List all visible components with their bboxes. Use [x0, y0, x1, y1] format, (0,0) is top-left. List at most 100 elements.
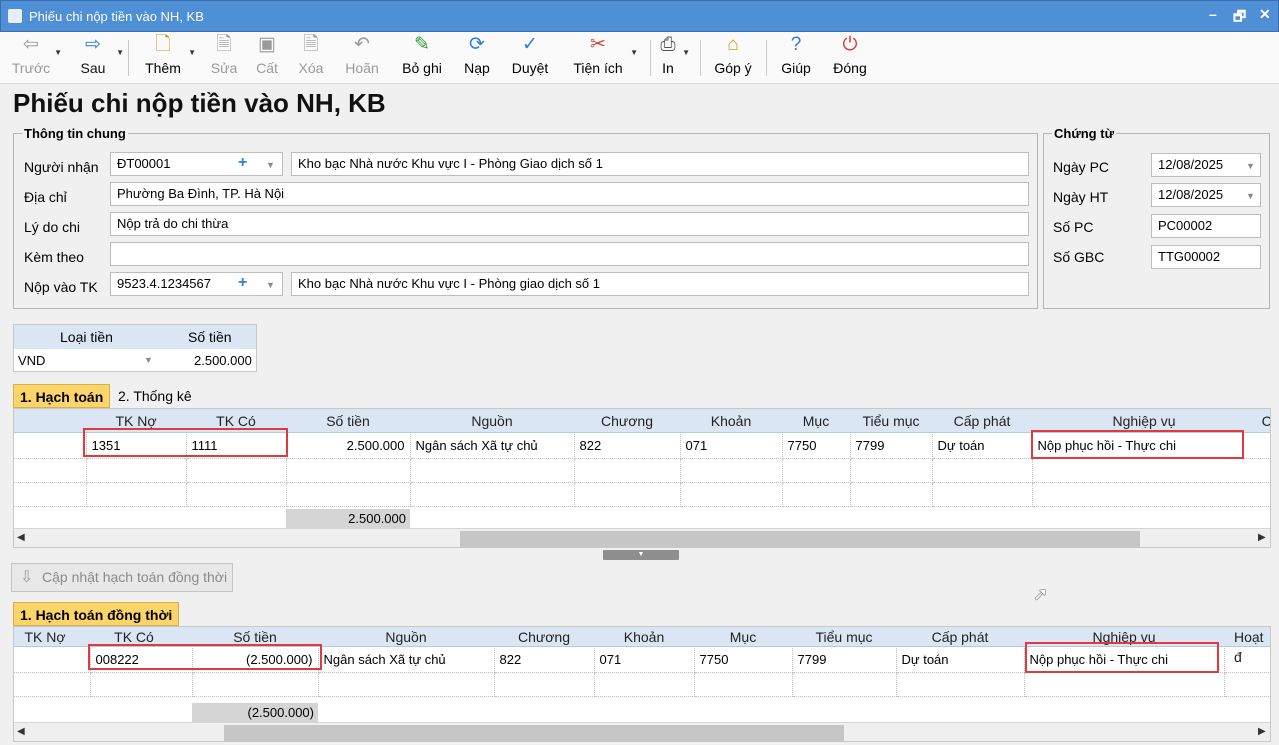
toolbar: ⇦ Trước ▼ ⇨ Sau ▼ 🗋 Thêm ▼ 🗎 Sửa ▣ Cất 🗎 Xóa ↶ Hoã…: [0, 32, 1279, 84]
recipient-dropdown-icon[interactable]: ▼: [266, 160, 275, 170]
update-concurrent-label: Cập nhật hạch toán đồng thời: [42, 569, 228, 585]
add-button[interactable]: 🗋 Thêm ▼: [140, 32, 196, 84]
scroll-right-icon[interactable]: ▶: [1258, 726, 1266, 737]
address-input[interactable]: Phường Ba Đình, TP. Hà Nội: [110, 182, 1029, 206]
attach-label: Kèm theo: [24, 249, 84, 265]
cell-item[interactable]: 7750: [694, 648, 793, 673]
dropdown-icon[interactable]: ▼: [682, 48, 690, 57]
cell-chapter[interactable]: 822: [574, 434, 681, 459]
app-icon: [8, 9, 22, 23]
cell-item[interactable]: 7750: [782, 434, 851, 459]
update-concurrent-button[interactable]: ⇩ Cập nhật hạch toán đồng thời: [11, 563, 233, 592]
col-header[interactable]: Chương: [574, 409, 680, 433]
col-header[interactable]: Tiểu mục: [850, 409, 932, 433]
account-name-input[interactable]: Kho bạc Nhà nước Khu vực I - Phòng giao …: [291, 272, 1029, 296]
toolbar-separator: [700, 40, 701, 76]
cell-allocation[interactable]: Dự toán: [932, 434, 1033, 459]
cell-source[interactable]: Ngân sách Xã tự chủ: [410, 434, 575, 459]
concurrent-hscroll[interactable]: ◀ ▶: [14, 722, 1270, 741]
save-button[interactable]: ▣ Cất: [252, 32, 282, 84]
cell-chapter[interactable]: 822: [494, 648, 595, 673]
cell-activity[interactable]: [1224, 648, 1270, 673]
scroll-left-icon[interactable]: ◀: [17, 532, 25, 543]
reload-button[interactable]: ⟳ Nạp: [460, 32, 494, 84]
help-button[interactable]: ? Giúp: [778, 32, 814, 84]
splitter-handle[interactable]: ▼: [603, 550, 679, 560]
delete-icon: 🗎: [303, 34, 319, 55]
scroll-right-icon[interactable]: ▶: [1258, 532, 1266, 543]
col-header[interactable]: Số tiền: [286, 409, 410, 433]
cell-subitem[interactable]: 7799: [850, 434, 933, 459]
recipient-name-input[interactable]: Kho bạc Nhà nước Khu vực I - Phòng Giao …: [291, 152, 1029, 176]
window-title: Phiếu chi nộp tiền vào NH, KB: [29, 9, 204, 24]
tab-concurrent[interactable]: 1. Hạch toán đồng thời: [13, 602, 180, 626]
scroll-thumb[interactable]: [224, 725, 844, 741]
delete-button[interactable]: 🗎 Xóa: [294, 32, 328, 84]
col-header[interactable]: Nguồn: [318, 627, 494, 647]
recipient-code-input[interactable]: ĐT00001: [110, 152, 283, 176]
scroll-left-icon[interactable]: ◀: [17, 726, 25, 737]
date-pc-input[interactable]: 12/08/2025: [1151, 153, 1261, 177]
accounting-hscroll[interactable]: ◀ ▶: [14, 528, 1270, 547]
close-button[interactable]: ⏻ Đóng: [830, 32, 870, 84]
dropdown-icon[interactable]: ▼: [116, 48, 124, 57]
approve-button[interactable]: ✓ Duyệt: [507, 32, 553, 84]
date-ht-dropdown-icon[interactable]: ▼: [1246, 191, 1255, 201]
col-header[interactable]: Nguồn: [410, 409, 574, 433]
cell-allocation[interactable]: Dự toán: [896, 648, 1025, 673]
cell-subitem[interactable]: 7799: [792, 648, 897, 673]
dropdown-icon[interactable]: ▼: [630, 48, 638, 57]
no-pc-input[interactable]: PC00002: [1151, 214, 1261, 238]
reason-input[interactable]: Nộp trả do chi thừa: [110, 212, 1029, 236]
add-recipient-icon[interactable]: +: [238, 154, 247, 172]
dropdown-icon[interactable]: ▼: [54, 48, 62, 57]
concurrent-total: (2.500.000): [192, 703, 318, 723]
cell-section[interactable]: 071: [594, 648, 695, 673]
print-button[interactable]: ⎙ In ▼: [656, 32, 690, 84]
dropdown-icon[interactable]: ▼: [188, 48, 196, 57]
cell-section[interactable]: 071: [680, 434, 783, 459]
col-header[interactable]: Cấp phát: [932, 409, 1032, 433]
col-header[interactable]: TK Nợ: [14, 627, 76, 647]
table-row[interactable]: [14, 458, 1270, 483]
table-row[interactable]: [14, 482, 1270, 507]
add-account-icon[interactable]: +: [238, 274, 247, 292]
close-window-button[interactable]: ✕: [1259, 6, 1271, 23]
col-header[interactable]: Chương: [494, 627, 594, 647]
undo-button[interactable]: ↶ Hoãn: [340, 32, 384, 84]
edit-button[interactable]: 🗎 Sửa: [208, 32, 240, 84]
toolbar-separator: [128, 40, 129, 76]
prev-button[interactable]: ⇦ Trước ▼: [10, 32, 62, 84]
feedback-button[interactable]: ⌂ Góp ý: [710, 32, 756, 84]
account-code-input[interactable]: 9523.4.1234567: [110, 272, 283, 296]
date-pc-dropdown-icon[interactable]: ▼: [1246, 161, 1255, 171]
printer-icon: ⎙: [660, 34, 676, 55]
table-row[interactable]: [14, 672, 1270, 697]
currency-type-value[interactable]: VND: [18, 353, 45, 368]
tab-accounting[interactable]: 1. Hạch toán: [13, 384, 111, 408]
no-gbc-input[interactable]: TTG00002: [1151, 245, 1261, 269]
next-button[interactable]: ⇨ Sau ▼: [72, 32, 124, 84]
col-header[interactable]: Mục: [694, 627, 792, 647]
col-header[interactable]: Khoản: [680, 409, 782, 433]
date-ht-input[interactable]: 12/08/2025: [1151, 183, 1261, 207]
cell-source[interactable]: Ngân sách Xã tự chủ: [318, 648, 495, 673]
tab-statistics[interactable]: 2. Thống kê: [112, 384, 198, 408]
col-header[interactable]: Cấp phát: [896, 627, 1024, 647]
cell-amount[interactable]: 2.500.000: [286, 434, 411, 459]
utilities-button[interactable]: ✂ Tiện ích ▼: [568, 32, 638, 84]
col-header[interactable]: CT: [1256, 409, 1270, 433]
currency-amount-value[interactable]: 2.500.000: [194, 353, 252, 368]
currency-dropdown-icon[interactable]: ▼: [144, 355, 153, 365]
check-icon: ✓: [522, 34, 538, 55]
account-dropdown-icon[interactable]: ▼: [266, 280, 275, 290]
scroll-thumb[interactable]: [460, 531, 1140, 547]
unpost-button[interactable]: ✎ Bỏ ghi: [396, 32, 448, 84]
col-header[interactable]: Tiểu mục: [792, 627, 896, 647]
minimize-button[interactable]: –: [1209, 6, 1217, 22]
attach-input[interactable]: [110, 242, 1029, 266]
col-header[interactable]: Khoản: [594, 627, 694, 647]
restore-button[interactable]: 🗗: [1233, 6, 1246, 30]
col-header[interactable]: Mục: [782, 409, 850, 433]
cell-tk-no[interactable]: [14, 648, 91, 673]
